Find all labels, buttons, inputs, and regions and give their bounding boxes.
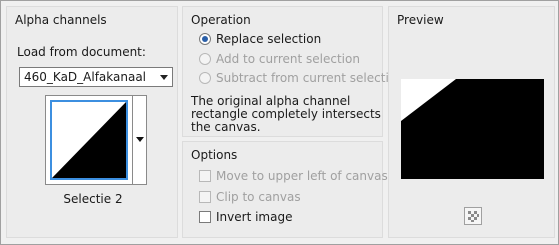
- subtract-from-selection-label: Subtract from current selection: [216, 71, 404, 85]
- checkbox[interactable]: [199, 170, 211, 182]
- document-select-value: 460_KaD_Alfakanaal: [24, 70, 147, 84]
- move-to-upper-left-label: Move to upper left of canvas: [216, 169, 388, 183]
- operation-title: Operation: [191, 13, 251, 27]
- checkerboard-icon[interactable]: [464, 207, 482, 225]
- channel-thumbnail-image: [52, 102, 126, 178]
- subtract-from-selection-radio[interactable]: Subtract from current selection: [199, 70, 404, 86]
- alpha-channels-panel: Alpha channels Load from document: 460_K…: [6, 6, 178, 238]
- channel-list-dropdown-button[interactable]: [133, 95, 147, 185]
- checkerboard-icon-graphic: [465, 208, 481, 224]
- invert-image-label: Invert image: [216, 210, 293, 224]
- channel-thumbnail[interactable]: [50, 100, 128, 180]
- channel-thumbnail-frame[interactable]: [45, 95, 133, 185]
- selection-name: Selectie 2: [63, 192, 123, 206]
- options-panel: Options Move to upper left of canvas Cli…: [182, 141, 388, 238]
- preview-title: Preview: [397, 13, 444, 27]
- alpha-channels-title: Alpha channels: [15, 13, 107, 27]
- add-to-selection-radio[interactable]: Add to current selection: [199, 51, 360, 67]
- load-selection-dialog: Alpha channels Load from document: 460_K…: [0, 0, 559, 245]
- options-title: Options: [191, 148, 238, 162]
- chevron-down-icon: [136, 137, 144, 142]
- preview-panel: Preview: [388, 6, 555, 238]
- radio-button[interactable]: [199, 33, 211, 45]
- checkbox[interactable]: [199, 191, 211, 203]
- replace-selection-label: Replace selection: [216, 32, 322, 46]
- checkbox[interactable]: [199, 211, 211, 223]
- radio-button[interactable]: [199, 53, 211, 65]
- move-to-upper-left-checkbox[interactable]: Move to upper left of canvas: [199, 168, 388, 184]
- preview-canvas: [401, 79, 544, 179]
- intersection-note: The original alpha channel rectangle com…: [191, 94, 381, 134]
- replace-selection-radio[interactable]: Replace selection: [199, 31, 321, 47]
- clip-to-canvas-checkbox[interactable]: Clip to canvas: [199, 189, 301, 205]
- radio-button[interactable]: [199, 72, 211, 84]
- chevron-down-icon: [160, 75, 168, 80]
- load-from-document-label: Load from document:: [17, 45, 146, 59]
- add-to-selection-label: Add to current selection: [216, 52, 360, 66]
- document-select[interactable]: 460_KaD_Alfakanaal: [19, 67, 173, 87]
- operation-panel: Operation Replace selection Add to curre…: [182, 6, 404, 137]
- invert-image-checkbox[interactable]: Invert image: [199, 209, 292, 225]
- preview-image: [401, 79, 544, 179]
- clip-to-canvas-label: Clip to canvas: [216, 190, 301, 204]
